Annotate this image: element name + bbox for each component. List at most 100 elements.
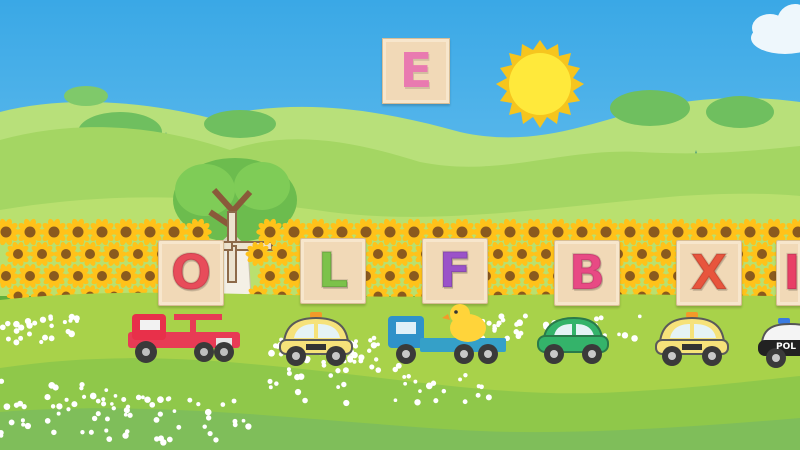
duck-truck[interactable] — [384, 300, 510, 370]
daisy — [52, 384, 59, 391]
daisy — [403, 381, 408, 386]
daisy — [414, 399, 421, 406]
letter-block-text: X — [689, 245, 728, 301]
daisy — [123, 407, 130, 414]
daisy — [274, 381, 279, 386]
daisy — [64, 397, 69, 402]
daisy — [172, 409, 177, 413]
target-letter-card: E — [382, 38, 450, 104]
daisy — [213, 437, 219, 443]
daisy — [187, 397, 193, 403]
letter-block-5[interactable]: X — [676, 240, 742, 306]
daisy — [8, 419, 15, 426]
daisy — [241, 418, 246, 423]
daisy — [101, 397, 106, 402]
daisy — [485, 394, 492, 401]
daisy — [157, 411, 163, 417]
daisy — [48, 316, 54, 321]
daisy — [302, 397, 308, 404]
daisy — [5, 336, 11, 342]
daisy — [88, 429, 94, 435]
green-car[interactable] — [534, 314, 612, 366]
letter-block-text: L — [317, 243, 350, 299]
daisy — [637, 314, 642, 319]
crane-truck[interactable] — [118, 308, 246, 366]
daisy — [165, 396, 171, 402]
letter-block-6[interactable]: I — [776, 240, 800, 306]
daisy — [39, 339, 44, 345]
daisy — [513, 329, 520, 335]
daisy — [441, 388, 447, 394]
daisy — [3, 403, 11, 410]
daisy — [95, 398, 101, 404]
daisy — [135, 394, 142, 401]
daisy — [62, 320, 67, 325]
daisy — [366, 348, 372, 353]
daisy — [267, 378, 273, 384]
letter-block-text: I — [782, 245, 800, 301]
daisy — [418, 389, 422, 393]
daisy — [13, 339, 20, 346]
daisy — [5, 320, 11, 327]
letter-block-text: B — [568, 245, 607, 301]
taxi-car-2[interactable] — [652, 312, 732, 370]
daisy — [91, 415, 98, 422]
daisy — [104, 416, 110, 422]
letter-block-1[interactable]: O — [158, 240, 224, 306]
daisy — [20, 418, 25, 423]
daisy — [202, 424, 207, 429]
letter-block-2[interactable]: L — [300, 238, 366, 304]
daisy — [106, 436, 113, 443]
daisy — [393, 398, 398, 403]
police-label: POL — [776, 342, 796, 352]
daisy — [370, 342, 378, 349]
daisy — [268, 385, 273, 390]
daisy — [39, 316, 47, 323]
daisy — [144, 396, 151, 403]
sun — [496, 40, 584, 128]
daisy — [104, 428, 109, 433]
daisy — [27, 331, 32, 337]
daisy — [49, 323, 54, 329]
daisy — [371, 335, 377, 341]
daisy — [79, 386, 84, 391]
daisy — [32, 320, 38, 326]
police-car[interactable]: POL — [756, 318, 800, 368]
daisy — [71, 401, 78, 408]
daisy — [433, 398, 439, 404]
daisy — [24, 422, 32, 430]
taxi-car-1[interactable] — [276, 312, 356, 370]
daisy — [110, 402, 114, 406]
daisy — [74, 318, 79, 323]
daisy — [328, 373, 334, 378]
daisy — [413, 379, 418, 384]
daisy — [13, 320, 20, 328]
daisy — [154, 436, 160, 442]
daisy — [101, 401, 107, 407]
daisy — [18, 335, 24, 341]
daisy — [268, 349, 275, 357]
daisy — [21, 422, 26, 427]
daisy — [51, 429, 57, 436]
daisy — [376, 342, 380, 347]
daisy — [56, 403, 63, 410]
daisy — [24, 317, 32, 325]
daisy — [430, 380, 437, 386]
daisy — [476, 384, 481, 389]
daisy — [44, 418, 51, 424]
daisy — [232, 422, 238, 428]
daisy — [153, 416, 160, 423]
daisy — [166, 436, 173, 443]
daisy — [205, 415, 212, 421]
daisy — [294, 388, 302, 396]
daisy — [111, 406, 116, 411]
daisy — [42, 334, 49, 341]
letter-block-4[interactable]: B — [554, 240, 620, 306]
daisy — [95, 411, 101, 417]
letter-block-text: O — [170, 245, 213, 301]
daisy — [140, 395, 145, 400]
daisy — [68, 313, 75, 321]
letter-block-3[interactable]: F — [422, 238, 488, 304]
daisy — [475, 392, 481, 398]
daisy — [123, 412, 128, 417]
